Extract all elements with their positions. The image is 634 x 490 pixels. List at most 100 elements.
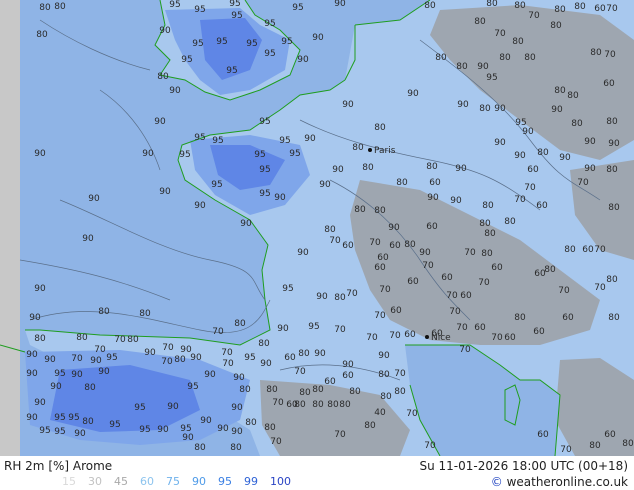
contour-label: 70	[558, 286, 570, 296]
contour-label: 60	[582, 245, 594, 255]
contour-label: 60	[491, 263, 503, 273]
contour-label: 80	[264, 423, 276, 433]
contour-label: 80	[426, 162, 438, 172]
contour-label: 80	[36, 30, 48, 40]
contour-label: 60	[603, 79, 615, 89]
contour-label: 80	[364, 421, 376, 431]
contour-label: 80	[514, 313, 526, 323]
contour-label: 95	[194, 133, 205, 143]
contour-label: 60	[404, 330, 416, 340]
contour-label: 80	[622, 439, 634, 449]
contour-label: 70	[514, 195, 526, 205]
contour-label: 90	[477, 62, 489, 72]
contour-label: 70	[369, 238, 381, 248]
contour-label: 90	[231, 427, 243, 437]
contour-label: 80	[339, 400, 351, 410]
contour-label: 80	[362, 163, 374, 173]
contour-label: 90	[342, 360, 354, 370]
contour-label: 70	[459, 345, 471, 355]
contour-label: 60	[374, 263, 386, 273]
contour-label: 80	[564, 245, 576, 255]
contour-label: 80	[544, 265, 556, 275]
contour-label: 80	[354, 205, 366, 215]
contour-label: 90	[559, 153, 571, 163]
contour-label: 60	[474, 323, 486, 333]
contour-label: 60	[377, 253, 389, 263]
contour-label: 90	[455, 164, 467, 174]
contour-label: 90	[407, 89, 419, 99]
contour-label: 95	[169, 0, 180, 10]
contour-label: 95	[192, 39, 203, 49]
contour-label: 80	[298, 349, 310, 359]
contour-label: 80	[481, 249, 493, 259]
contour-label: 70	[449, 307, 461, 317]
legend-value: 90	[192, 475, 206, 488]
contour-label: 90	[231, 403, 243, 413]
contour-label: 90	[419, 248, 431, 258]
contour-label: 60	[562, 313, 574, 323]
contour-label: 90	[450, 196, 462, 206]
contour-label: 70	[71, 354, 83, 364]
contour-label: 90	[144, 348, 156, 358]
contour-label: 90	[494, 138, 506, 148]
contour-label: 90	[90, 356, 102, 366]
legend-value: 30	[88, 475, 102, 488]
contour-label: 60	[426, 222, 438, 232]
contour-label: 80	[606, 275, 618, 285]
contour-label: 60	[324, 377, 336, 387]
contour-label: 60	[284, 353, 296, 363]
contour-label: 70	[374, 311, 386, 321]
contour-label: 80	[479, 104, 491, 114]
contour-label: 60	[533, 327, 545, 337]
contour-label: 70	[161, 357, 173, 367]
map-footer: RH 2m [%] Arome Su 11-01-2026 18:00 UTC …	[0, 456, 634, 490]
contour-label: 80	[378, 370, 390, 380]
legend-value: 45	[114, 475, 128, 488]
contour-label: 80	[486, 0, 498, 9]
contour-label: 95	[54, 413, 65, 423]
contour-label: 95	[486, 73, 497, 83]
contour-label: 90	[388, 223, 400, 233]
site-credit[interactable]: © weatheronline.co.uk	[491, 475, 628, 489]
contour-label: 70	[366, 333, 378, 343]
contour-label: 95	[229, 0, 240, 9]
contour-label: 80	[380, 392, 392, 402]
contour-label: 90	[312, 33, 324, 43]
color-scale-legend: 15 30 45 60 75 90 95 99 100	[62, 475, 303, 488]
contour-label: 70	[446, 291, 458, 301]
legend-value: 99	[244, 475, 258, 488]
map-left-border	[0, 0, 20, 456]
contour-label: 80	[139, 309, 151, 319]
contour-label: 90	[240, 219, 252, 229]
contour-label: 90	[26, 350, 38, 360]
contour-label: 70	[222, 359, 234, 369]
contour-label: 70	[594, 245, 606, 255]
contour-label: 80	[374, 206, 386, 216]
contour-label: 95	[106, 353, 117, 363]
contour-label: 95	[246, 39, 257, 49]
contour-label: 70	[272, 398, 284, 408]
contour-label: 80	[537, 148, 549, 158]
contour-label: 90	[427, 193, 439, 203]
city-marker	[425, 335, 429, 339]
contour-label: 95	[281, 37, 292, 47]
contour-label: 95	[54, 369, 65, 379]
contour-label: 70	[577, 178, 589, 188]
contour-label: 80	[266, 385, 278, 395]
contour-label: 70	[560, 445, 572, 455]
contour-label: 60	[594, 4, 606, 14]
contour-label: 70	[114, 335, 126, 345]
contour-label: 95	[134, 403, 145, 413]
contour-label: 90	[522, 127, 534, 137]
contour-label: 80	[571, 119, 583, 129]
contour-label: 80	[349, 387, 361, 397]
contour-label: 80	[589, 441, 601, 451]
contour-label: 80	[82, 417, 94, 427]
contour-label: 90	[494, 104, 506, 114]
contour-label: 80	[352, 143, 364, 153]
contour-label: 90	[142, 149, 154, 159]
contour-label: 70	[329, 236, 341, 246]
contour-label: 95	[39, 426, 50, 436]
contour-label: 80	[554, 86, 566, 96]
contour-label: 80	[234, 319, 246, 329]
